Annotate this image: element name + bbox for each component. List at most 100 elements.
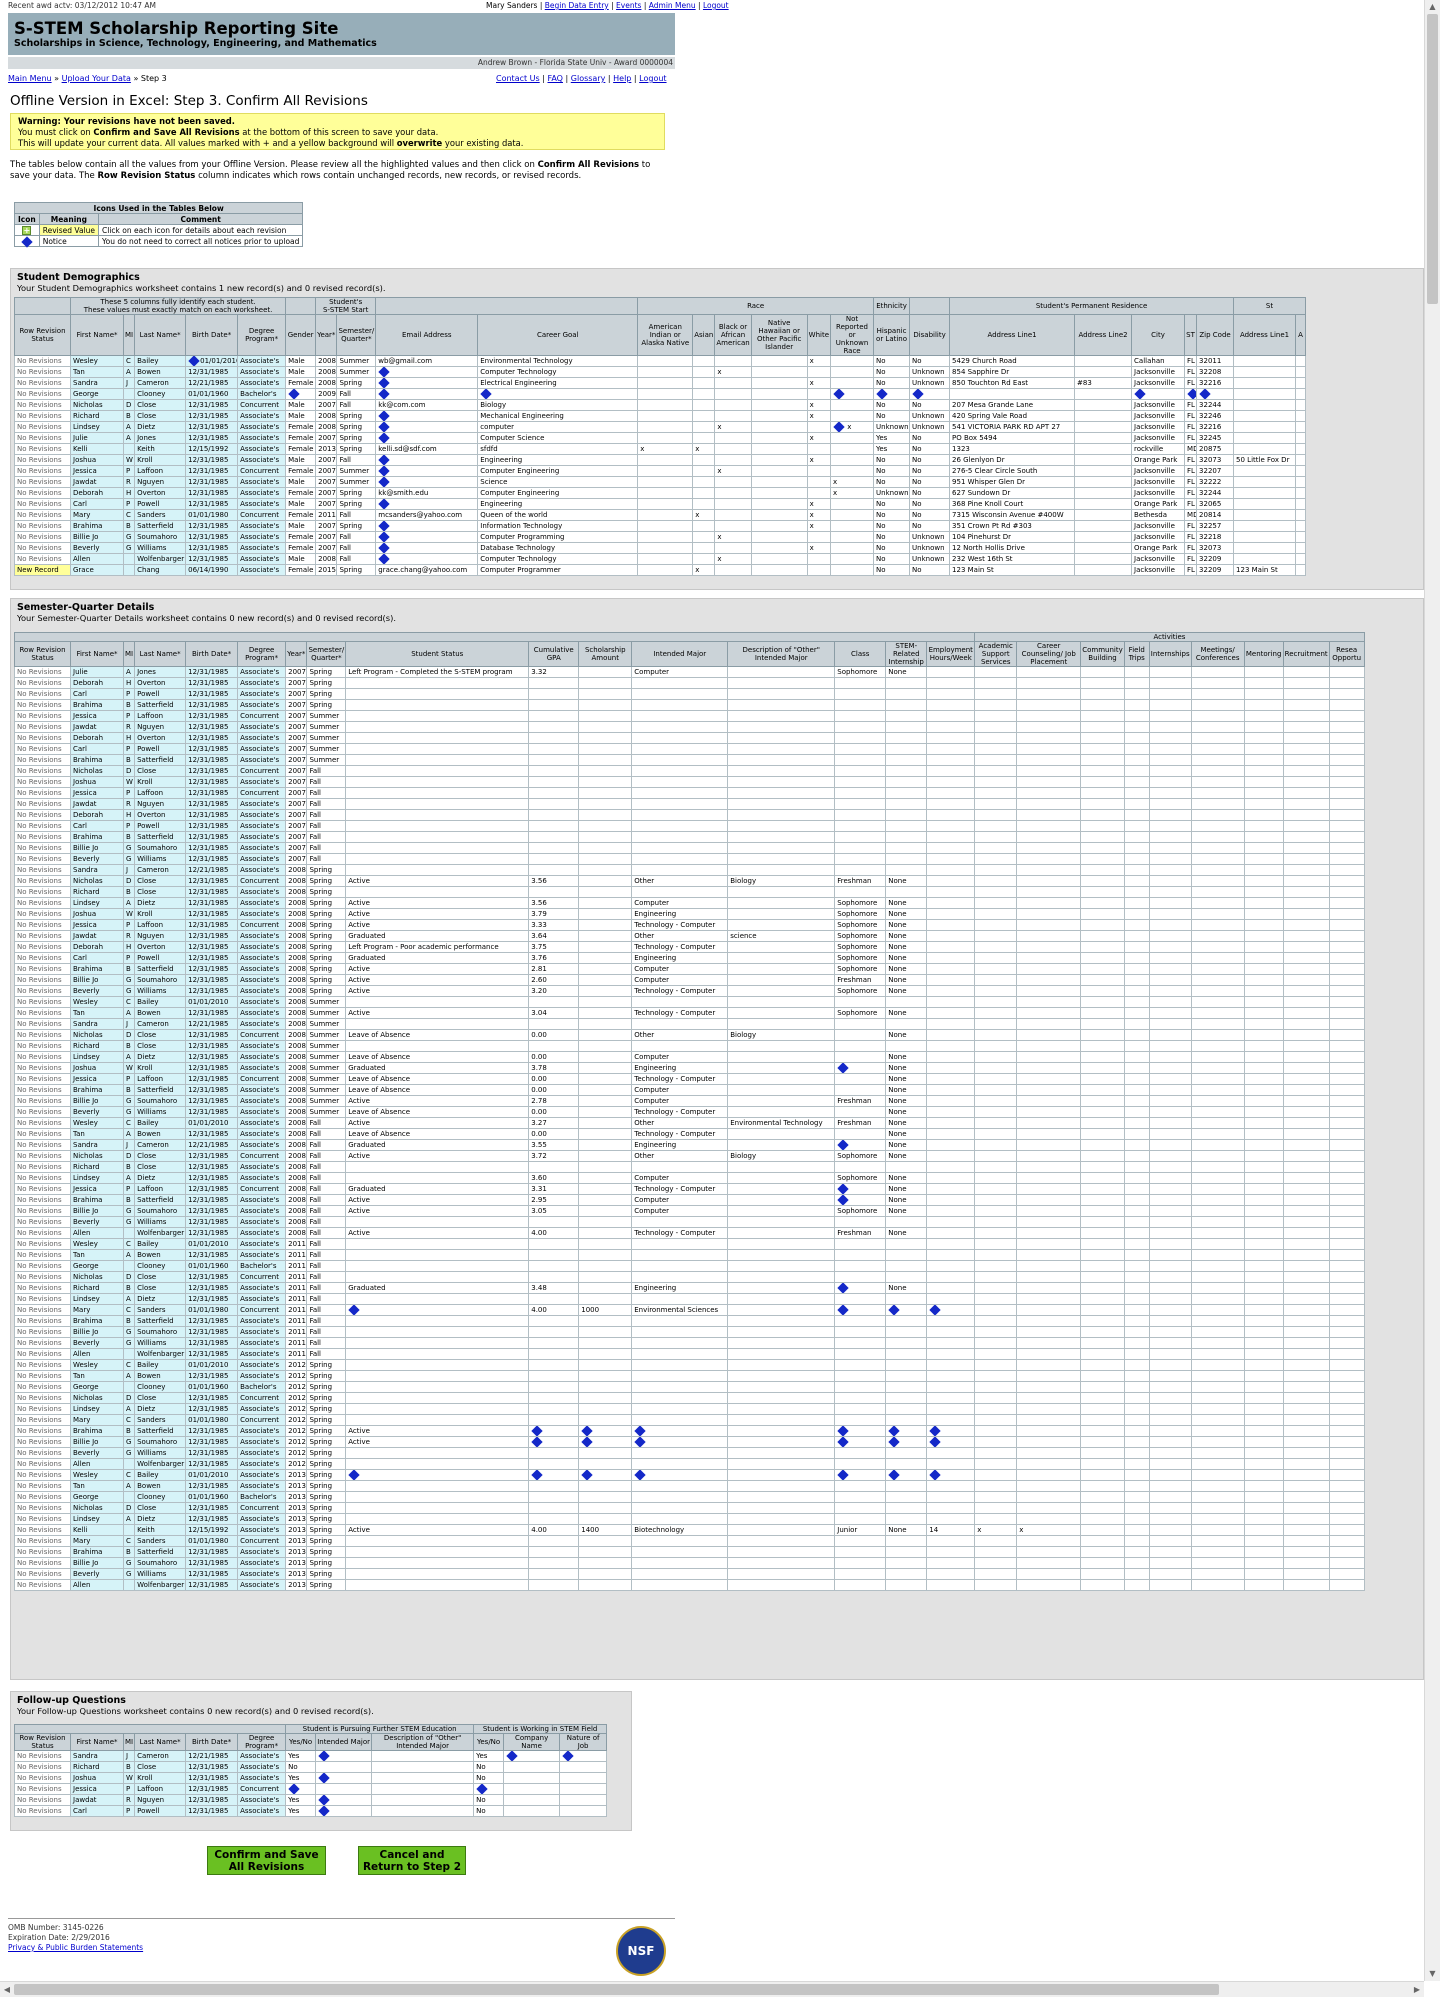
- notice-icon[interactable]: [378, 554, 390, 564]
- admin-menu-link[interactable]: Admin Menu: [649, 1, 696, 10]
- table-cell[interactable]: [834, 1282, 887, 1294]
- table-cell[interactable]: [315, 1805, 373, 1817]
- notice-icon[interactable]: [929, 1426, 941, 1436]
- notice-icon[interactable]: [929, 1305, 941, 1315]
- notice-icon[interactable]: [378, 477, 390, 487]
- notice-icon[interactable]: [480, 389, 492, 399]
- table-cell[interactable]: [631, 1436, 729, 1448]
- notice-icon[interactable]: [833, 422, 845, 432]
- cancel-return-button[interactable]: Cancel and Return to Step 2: [358, 1846, 466, 1875]
- begin-data-entry-link[interactable]: Begin Data Entry: [545, 1, 609, 10]
- table-cell[interactable]: [477, 388, 639, 400]
- notice-icon[interactable]: [888, 1437, 900, 1447]
- notice-icon[interactable]: [288, 389, 300, 399]
- table-cell[interactable]: [834, 1062, 887, 1074]
- table-cell[interactable]: [473, 1783, 505, 1795]
- notice-icon[interactable]: [348, 1305, 360, 1315]
- table-cell[interactable]: [834, 1425, 887, 1437]
- notice-icon[interactable]: [378, 543, 390, 553]
- notice-icon[interactable]: [581, 1437, 593, 1447]
- table-cell[interactable]: [375, 410, 479, 422]
- table-cell[interactable]: [834, 1436, 887, 1448]
- notice-icon[interactable]: [929, 1437, 941, 1447]
- table-cell[interactable]: [834, 1183, 887, 1195]
- scroll-left-icon[interactable]: ◀: [0, 1982, 14, 1997]
- table-cell[interactable]: [345, 1304, 530, 1316]
- notice-icon[interactable]: [833, 389, 845, 399]
- confirm-save-button[interactable]: Confirm and Save All Revisions: [207, 1846, 326, 1875]
- table-cell[interactable]: [315, 1794, 373, 1806]
- table-cell[interactable]: [1131, 388, 1186, 400]
- notice-icon[interactable]: [378, 411, 390, 421]
- table-cell[interactable]: [375, 421, 479, 433]
- notice-icon[interactable]: [348, 1470, 360, 1480]
- notice-icon[interactable]: [837, 1437, 849, 1447]
- table-cell[interactable]: [315, 1772, 373, 1784]
- table-cell[interactable]: [528, 1425, 580, 1437]
- notice-icon[interactable]: [378, 378, 390, 388]
- notice-icon[interactable]: [837, 1063, 849, 1073]
- notice-icon[interactable]: [837, 1283, 849, 1293]
- logout-link-top[interactable]: Logout: [703, 1, 729, 10]
- table-cell[interactable]: [528, 1436, 580, 1448]
- glossary-link[interactable]: Glossary: [571, 74, 606, 83]
- notice-icon[interactable]: [288, 1784, 300, 1794]
- notice-icon[interactable]: [318, 1751, 330, 1761]
- table-cell[interactable]: [578, 1436, 633, 1448]
- table-cell[interactable]: x: [830, 421, 875, 433]
- table-cell[interactable]: [375, 432, 479, 444]
- notice-icon[interactable]: [188, 356, 200, 366]
- horizontal-scrollbar[interactable]: ◀ ▶: [0, 1981, 1424, 1997]
- breadcrumb-main-menu[interactable]: Main Menu: [8, 74, 52, 83]
- table-cell[interactable]: [926, 1425, 976, 1437]
- table-cell[interactable]: [375, 465, 479, 477]
- table-cell[interactable]: [375, 366, 479, 378]
- notice-icon[interactable]: [581, 1470, 593, 1480]
- table-cell[interactable]: [375, 388, 479, 400]
- scroll-right-icon[interactable]: ▶: [1410, 1982, 1424, 1997]
- logout-link[interactable]: Logout: [639, 74, 666, 83]
- table-cell[interactable]: [578, 1469, 633, 1481]
- notice-icon[interactable]: [378, 521, 390, 531]
- table-cell[interactable]: [578, 1425, 633, 1437]
- table-cell[interactable]: [926, 1304, 976, 1316]
- table-cell[interactable]: [1184, 388, 1198, 400]
- scroll-down-icon[interactable]: ▼: [1425, 1967, 1440, 1981]
- table-cell[interactable]: [834, 1139, 887, 1151]
- notice-icon[interactable]: [888, 1305, 900, 1315]
- table-cell[interactable]: [926, 1469, 976, 1481]
- contact-us-link[interactable]: Contact Us: [496, 74, 540, 83]
- events-link[interactable]: Events: [616, 1, 641, 10]
- notice-icon[interactable]: [1187, 389, 1196, 399]
- notice-icon[interactable]: [562, 1751, 574, 1761]
- help-link[interactable]: Help: [613, 74, 631, 83]
- breadcrumb-upload[interactable]: Upload Your Data: [62, 74, 131, 83]
- notice-icon[interactable]: [531, 1470, 543, 1480]
- vertical-scroll-thumb[interactable]: [1427, 14, 1438, 304]
- table-cell[interactable]: [885, 1436, 928, 1448]
- notice-icon[interactable]: [581, 1426, 593, 1436]
- table-cell[interactable]: [830, 388, 875, 400]
- table-cell[interactable]: [834, 1194, 887, 1206]
- table-cell[interactable]: [631, 1425, 729, 1437]
- table-cell[interactable]: [375, 476, 479, 488]
- table-cell[interactable]: [926, 1436, 976, 1448]
- notice-icon[interactable]: [888, 1426, 900, 1436]
- table-cell[interactable]: [885, 1304, 928, 1316]
- privacy-link[interactable]: Privacy & Public Burden Statements: [8, 1943, 143, 1952]
- table-cell[interactable]: [345, 1469, 530, 1481]
- table-cell[interactable]: [375, 553, 479, 565]
- table-cell[interactable]: 01/01/2010: [185, 355, 239, 367]
- table-cell[interactable]: [1196, 388, 1235, 400]
- table-cell[interactable]: [375, 542, 479, 554]
- notice-icon[interactable]: [531, 1426, 543, 1436]
- notice-icon[interactable]: [378, 455, 390, 465]
- notice-icon[interactable]: [634, 1426, 646, 1436]
- notice-icon[interactable]: [634, 1470, 646, 1480]
- table-cell[interactable]: [528, 1469, 580, 1481]
- table-cell[interactable]: [503, 1750, 561, 1762]
- horizontal-scroll-thumb[interactable]: [14, 1984, 1219, 1995]
- table-cell[interactable]: [885, 1469, 928, 1481]
- notice-icon[interactable]: [318, 1806, 330, 1816]
- notice-icon[interactable]: [378, 466, 390, 476]
